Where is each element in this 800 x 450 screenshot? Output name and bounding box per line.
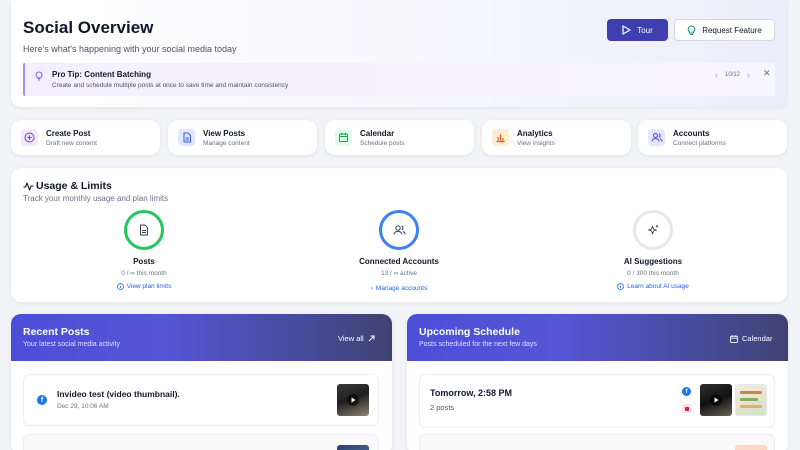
calendar-icon — [335, 129, 352, 146]
post-title: Invideo test (video thumbnail). — [57, 389, 180, 399]
upcoming-schedule-header: Upcoming Schedule Posts scheduled for th… — [407, 314, 788, 361]
quick-action-subtitle: Schedule posts — [360, 139, 405, 147]
arrow-up-right-icon — [368, 335, 375, 342]
quick-action-title: Calendar — [360, 128, 395, 138]
quick-action-create-post[interactable]: Create Post Draft new content — [11, 120, 160, 155]
upcoming-schedule-panel: Upcoming Schedule Posts scheduled for th… — [407, 314, 788, 450]
recent-posts-panel: Recent Posts Your latest social media ac… — [11, 314, 392, 450]
quick-action-subtitle: View insights — [517, 139, 555, 147]
usage-subtitle: Track your monthly usage and plan limits — [23, 194, 169, 203]
posts-ring — [124, 210, 164, 250]
recent-post-item[interactable]: f Invideo test (video thumbnail). Dec 29… — [23, 374, 379, 426]
metric-title: AI Suggestions — [623, 257, 683, 266]
lightbulb-icon — [35, 71, 43, 81]
quick-action-title: Create Post — [46, 128, 91, 138]
lightbulb-icon — [688, 24, 696, 35]
request-feature-button[interactable]: Request Feature — [674, 19, 775, 41]
users-icon — [648, 129, 665, 146]
request-feature-label: Request Feature — [702, 25, 762, 35]
upcoming-schedule-title: Upcoming Schedule — [419, 326, 520, 338]
chevron-right-icon[interactable]: › — [747, 70, 750, 80]
pro-tip-banner: Pro Tip: Content Batching Create and sch… — [23, 63, 775, 96]
quick-action-subtitle: Manage content — [203, 139, 250, 147]
recent-posts-title: Recent Posts — [23, 326, 90, 338]
upcoming-schedule-subtitle: Posts scheduled for the next few days — [419, 341, 537, 348]
sparkles-icon — [647, 224, 658, 234]
upcoming-schedule-item[interactable] — [419, 434, 775, 450]
learn-ai-usage-link[interactable]: Learn about AI usage — [617, 283, 689, 290]
quick-action-calendar[interactable]: Calendar Schedule posts — [325, 120, 474, 155]
metric-value: 0 / 300 this month — [627, 270, 679, 277]
calendar-icon — [730, 334, 738, 343]
page-title: Social Overview — [23, 18, 154, 37]
metric-link-label: View plan limits — [126, 283, 172, 290]
upcoming-schedule-item[interactable]: Tomorrow, 2:58 PM 2 posts f — [419, 374, 775, 428]
chevron-right-icon: › — [370, 285, 373, 292]
metric-posts: Posts 0 / ∞ this month View plan limits — [64, 210, 224, 295]
document-icon — [140, 224, 148, 236]
instagram-icon — [682, 404, 691, 413]
facebook-icon: f — [682, 387, 691, 396]
metric-ai-suggestions: AI Suggestions 0 / 300 this month Learn … — [573, 210, 733, 295]
pro-tip-text: Create and schedule multiple posts at on… — [52, 82, 289, 89]
quick-action-title: View Posts — [203, 128, 246, 138]
recent-posts-subtitle: Your latest social media activity — [23, 341, 121, 348]
pro-tip-title: Pro Tip: Content Batching — [52, 70, 151, 79]
view-all-label: View all — [338, 334, 364, 343]
quick-action-subtitle: Connect platforms — [673, 139, 726, 147]
play-icon — [622, 25, 631, 35]
schedule-time: Tomorrow, 2:58 PM — [430, 388, 513, 398]
tour-button[interactable]: Tour — [607, 19, 668, 41]
pro-tip-counter: 10/12 — [725, 72, 741, 78]
metric-value: 13 / ∞ active — [380, 270, 418, 277]
quick-action-accounts[interactable]: Accounts Connect platforms — [638, 120, 787, 155]
chevron-left-icon[interactable]: ‹ — [715, 70, 718, 80]
facebook-icon: f — [37, 395, 47, 405]
document-icon — [178, 129, 195, 146]
recent-posts-header: Recent Posts Your latest social media ac… — [11, 314, 392, 361]
quick-action-view-posts[interactable]: View Posts Manage content — [168, 120, 317, 155]
tour-label: Tour — [637, 25, 653, 35]
info-icon — [116, 283, 124, 290]
bar-chart-icon — [492, 129, 509, 146]
activity-icon — [23, 182, 34, 191]
schedule-post-count: 2 posts — [430, 403, 455, 412]
quick-action-subtitle: Draft new content — [46, 139, 97, 147]
accounts-ring — [379, 210, 419, 250]
metric-title: Connected Accounts — [359, 257, 439, 266]
plus-circle-icon — [21, 129, 38, 146]
pro-tip-navigation: ‹ 10/12 › — [715, 70, 750, 80]
post-date: Dec 29, 10:06 AM — [57, 403, 109, 410]
scheduled-post-thumbnail — [700, 384, 732, 416]
metric-value: 0 / ∞ this month — [121, 270, 167, 277]
usage-limits-card: Usage & Limits Track your monthly usage … — [11, 168, 787, 302]
play-icon — [710, 394, 722, 406]
usage-title: Usage & Limits — [36, 180, 112, 192]
info-icon — [617, 283, 624, 290]
quick-action-title: Analytics — [517, 128, 553, 138]
metric-title: Posts — [133, 257, 155, 266]
calendar-label: Calendar — [742, 334, 773, 343]
metric-link-label: Manage accounts — [375, 285, 428, 292]
view-all-button[interactable]: View all — [338, 334, 375, 343]
page-subtitle: Here's what's happening with your social… — [23, 44, 237, 54]
calendar-button[interactable]: Calendar — [730, 334, 772, 343]
view-plan-limits-link[interactable]: View plan limits — [116, 283, 172, 290]
ai-suggestions-ring — [633, 210, 673, 250]
post-thumbnail — [337, 445, 369, 450]
play-icon — [347, 394, 359, 406]
users-icon — [393, 225, 405, 235]
scheduled-post-thumbnail — [735, 384, 767, 416]
metric-link-label: Learn about AI usage — [627, 283, 689, 290]
overview-header: Social Overview Here's what's happening … — [11, 0, 787, 107]
recent-post-item[interactable] — [23, 434, 379, 450]
close-icon[interactable]: ✕ — [763, 68, 771, 79]
scheduled-post-thumbnail — [735, 445, 767, 450]
quick-action-title: Accounts — [673, 128, 710, 138]
manage-accounts-link[interactable]: › Manage accounts — [371, 285, 427, 292]
quick-action-analytics[interactable]: Analytics View insights — [482, 120, 631, 155]
metric-connected-accounts: Connected Accounts 13 / ∞ active › Manag… — [319, 210, 479, 295]
post-thumbnail — [337, 384, 369, 416]
